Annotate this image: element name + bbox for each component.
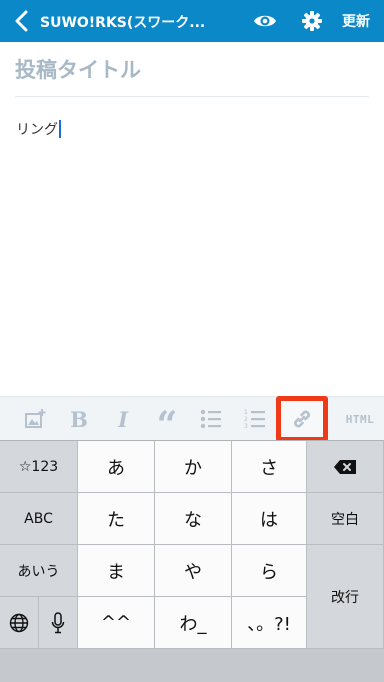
key-sa[interactable]: さ: [232, 441, 307, 493]
space-key[interactable]: 空白: [307, 493, 384, 545]
title-divider: [15, 96, 369, 97]
post-title-input[interactable]: 投稿タイトル: [15, 54, 141, 84]
image-add-icon: [25, 409, 46, 428]
format-toolbar: B I “ 123 HTML: [0, 396, 384, 446]
key-modifier[interactable]: ^^: [78, 597, 155, 649]
japanese-keyboard: ☆123 あ か さ ABC た な は 空白 あいう ま や ら 改行 ^^ …: [0, 440, 384, 682]
link-icon: [294, 410, 310, 428]
chevron-left-icon[interactable]: [12, 10, 32, 32]
key-na[interactable]: な: [155, 493, 232, 545]
key-a[interactable]: あ: [78, 441, 155, 493]
update-button[interactable]: 更新: [342, 11, 370, 31]
key-ma[interactable]: ま: [78, 545, 155, 597]
key-wa[interactable]: わ_: [155, 597, 232, 649]
key-ha[interactable]: は: [232, 493, 307, 545]
globe-icon: [9, 613, 29, 632]
insert-link-button[interactable]: [276, 396, 328, 442]
post-content-text: リング: [16, 122, 58, 138]
svg-text:1: 1: [244, 409, 248, 416]
numbered-list-icon: 123: [244, 409, 265, 430]
key-ra[interactable]: ら: [232, 545, 307, 597]
key-symbols-numbers[interactable]: ☆123: [0, 441, 78, 493]
key-kana-mode[interactable]: あいう: [0, 545, 78, 597]
post-content-editor[interactable]: リング: [16, 119, 61, 139]
numbered-list-button[interactable]: 123: [240, 397, 270, 441]
key-ka[interactable]: か: [155, 441, 232, 493]
post-site-title: SUWO!RKS(スワーク...: [40, 15, 206, 31]
bulleted-list-button[interactable]: [196, 397, 226, 441]
bulleted-list-icon: [200, 409, 221, 429]
microphone-key[interactable]: [39, 597, 78, 649]
backspace-key[interactable]: [307, 441, 384, 493]
microphone-icon: [51, 611, 65, 633]
text-caret: [59, 120, 61, 138]
insert-media-button[interactable]: [20, 397, 50, 441]
key-ta[interactable]: た: [78, 493, 155, 545]
italic-button[interactable]: I: [108, 397, 138, 441]
bold-button[interactable]: B: [64, 397, 94, 441]
eye-icon[interactable]: [253, 11, 277, 31]
blockquote-button[interactable]: “: [150, 397, 184, 446]
top-bar: SUWO!RKS(スワーク... 更新: [0, 0, 384, 42]
globe-key[interactable]: [0, 597, 39, 649]
key-ya[interactable]: や: [155, 545, 232, 597]
html-mode-button[interactable]: HTML: [338, 397, 382, 441]
svg-text:2: 2: [244, 416, 248, 423]
key-abc[interactable]: ABC: [0, 493, 78, 545]
backspace-icon: [334, 459, 356, 474]
return-key[interactable]: 改行: [307, 545, 384, 649]
svg-text:3: 3: [244, 423, 248, 430]
gear-icon[interactable]: [301, 10, 323, 32]
key-punctuation[interactable]: 、。?!: [232, 597, 307, 649]
